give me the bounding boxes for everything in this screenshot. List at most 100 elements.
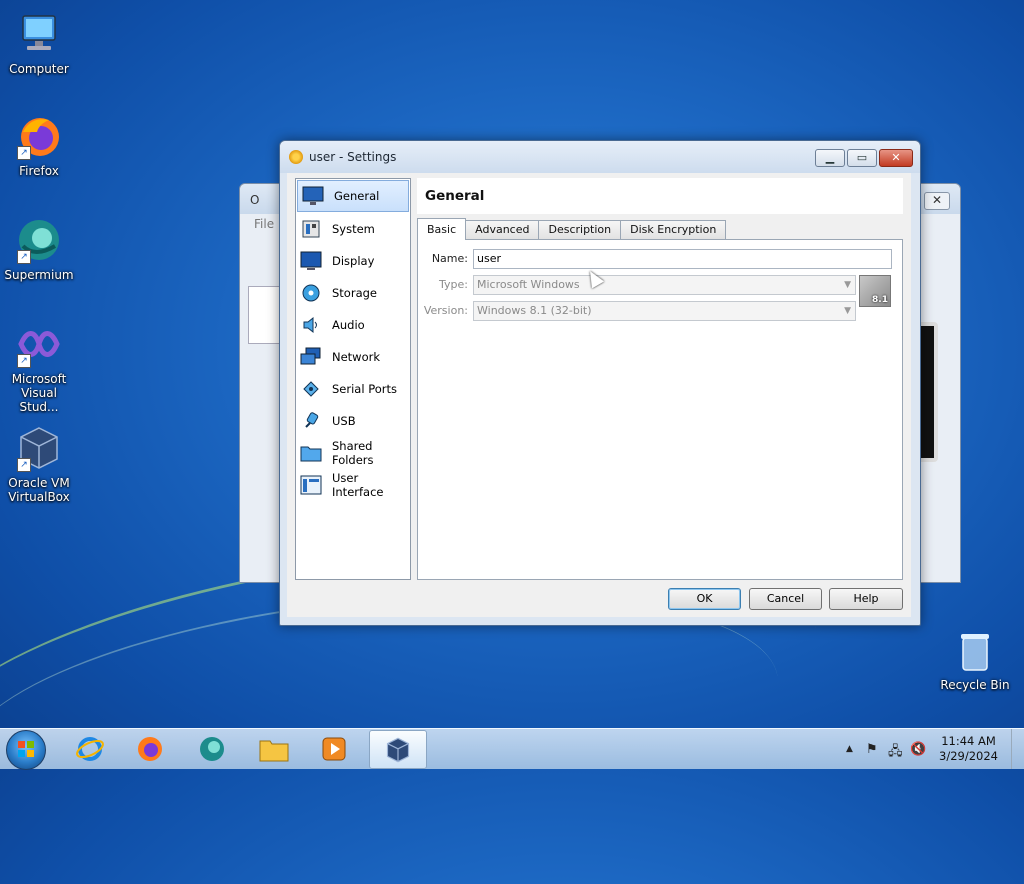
maximize-button[interactable]: ▭ — [847, 149, 877, 167]
section-title: General — [425, 188, 485, 204]
network-icon — [300, 346, 322, 368]
chevron-down-icon: ▼ — [844, 306, 851, 316]
nav-item-general[interactable]: General — [297, 180, 409, 212]
desktop-icon-label: Computer — [9, 62, 69, 76]
tab-disk-encryption[interactable]: Disk Encryption — [620, 220, 727, 239]
taskbar-internet-explorer[interactable] — [62, 730, 118, 767]
clock-date: 3/29/2024 — [939, 749, 998, 763]
nav-item-system[interactable]: System — [296, 213, 410, 245]
type-combo[interactable]: Microsoft Windows ▼ — [473, 275, 856, 295]
help-button[interactable]: Help — [829, 588, 903, 610]
type-label: Type: — [439, 278, 468, 291]
tab-bar: Basic Advanced Description Disk Encrypti… — [417, 218, 727, 240]
version-label: Version: — [423, 304, 468, 317]
settings-gear-icon — [289, 150, 303, 164]
nav-item-network[interactable]: Network — [296, 341, 410, 373]
os-badge-text: 8.1 — [872, 295, 888, 305]
taskbar-supermium[interactable] — [184, 730, 240, 767]
desktop-icon-label: Recycle Bin — [940, 678, 1010, 692]
clock[interactable]: 11:44 AM 3/29/2024 — [939, 734, 998, 764]
nav-item-display[interactable]: Display — [296, 245, 410, 277]
windows-logo-icon — [18, 741, 34, 757]
nav-item-storage[interactable]: Storage — [296, 277, 410, 309]
nav-item-user-interface[interactable]: User Interface — [296, 469, 410, 501]
desktop-icon-label: Oracle VM VirtualBox — [8, 476, 70, 504]
desktop-icon-label: Microsoft Visual Stud... — [11, 372, 67, 414]
clock-time: 11:44 AM — [941, 734, 996, 748]
taskbar-file-explorer[interactable] — [246, 730, 302, 767]
nav-item-label: Shared Folders — [332, 439, 374, 467]
disk-icon — [300, 282, 322, 304]
chevron-down-icon: ▼ — [844, 280, 851, 290]
desktop-icon-virtualbox[interactable]: ↗ Oracle VM VirtualBox — [1, 424, 77, 504]
media-player-icon — [322, 737, 346, 760]
shortcut-arrow-icon: ↗ — [17, 458, 31, 472]
manager-vm-list[interactable] — [248, 286, 282, 344]
dialog-title: user - Settings — [309, 150, 397, 164]
nav-item-label: Audio — [332, 318, 365, 332]
system-tray: ▲ ⚑ 🖧 🔇 11:44 AM 3/29/2024 — [824, 729, 1024, 769]
desktop-icon-label: Supermium — [4, 268, 74, 282]
nav-item-label: USB — [332, 414, 356, 428]
ui-icon — [300, 474, 322, 496]
taskbar-media-player[interactable] — [306, 730, 362, 767]
firefox-icon: ↗ — [15, 112, 63, 160]
nav-item-label: General — [334, 189, 380, 203]
folder-icon — [259, 740, 289, 761]
manager-title-fragment: O — [250, 193, 260, 207]
speaker-icon — [300, 314, 322, 336]
internet-explorer-icon — [76, 736, 104, 761]
settings-nav-list: General System Display Storage Audio Net… — [295, 178, 411, 580]
minimize-button[interactable]: ▁ — [815, 149, 845, 167]
folder-icon — [300, 442, 322, 464]
nav-item-label: Serial Ports — [332, 382, 397, 396]
firefox-icon — [138, 736, 162, 761]
taskbar-virtualbox[interactable] — [369, 730, 427, 769]
nav-item-label: System — [332, 222, 375, 236]
desktop-icon-computer[interactable]: Computer — [1, 10, 77, 76]
volume-muted-icon[interactable]: 🔇 — [910, 742, 926, 757]
type-value: Microsoft Windows — [477, 278, 580, 291]
tab-advanced[interactable]: Advanced — [465, 220, 540, 239]
name-label: Name: — [431, 252, 468, 265]
name-input[interactable]: user — [473, 249, 892, 269]
nav-item-audio[interactable]: Audio — [296, 309, 410, 341]
manager-menu-file[interactable]: File — [254, 217, 274, 231]
supermium-icon — [200, 736, 224, 761]
settings-dialog[interactable]: user - Settings ▁ ▭ ✕ General System Dis… — [279, 140, 921, 626]
show-desktop-button[interactable] — [1011, 729, 1024, 769]
tray-expand-icon[interactable]: ▲ — [846, 744, 853, 754]
serial-port-icon — [300, 378, 322, 400]
desktop-icon-recycle-bin[interactable]: Recycle Bin — [937, 630, 1013, 692]
desktop-icon-visual-studio[interactable]: ↗ Microsoft Visual Stud... — [1, 320, 77, 414]
desktop-icon-label: Firefox — [19, 164, 59, 178]
cancel-button[interactable]: Cancel — [749, 588, 822, 610]
action-center-flag-icon[interactable]: ⚑ — [866, 742, 878, 757]
shortcut-arrow-icon: ↗ — [17, 146, 31, 160]
nav-item-label: Display — [332, 254, 375, 268]
nav-item-shared-folders[interactable]: Shared Folders — [296, 437, 410, 469]
tab-basic[interactable]: Basic — [417, 218, 467, 240]
nav-item-label: Storage — [332, 286, 377, 300]
manager-close-button[interactable]: ✕ — [924, 192, 950, 210]
nav-item-usb[interactable]: USB — [296, 405, 410, 437]
visual-studio-icon: ↗ — [15, 320, 63, 368]
nav-item-label: Network — [332, 350, 381, 364]
taskbar-firefox[interactable] — [122, 730, 178, 767]
desktop-icon-firefox[interactable]: ↗ Firefox — [1, 112, 77, 178]
usb-icon — [300, 410, 322, 432]
shortcut-arrow-icon: ↗ — [17, 250, 31, 264]
network-icon[interactable]: 🖧 — [888, 742, 903, 764]
start-button[interactable] — [6, 730, 46, 770]
desktop-icon-supermium[interactable]: ↗ Supermium — [1, 216, 77, 282]
display-icon — [300, 250, 322, 272]
nav-item-serial-ports[interactable]: Serial Ports — [296, 373, 410, 405]
ok-button[interactable]: OK — [668, 588, 741, 610]
close-button[interactable]: ✕ — [879, 149, 913, 167]
version-combo[interactable]: Windows 8.1 (32-bit) ▼ — [473, 301, 856, 321]
virtualbox-icon — [386, 737, 410, 762]
tab-description[interactable]: Description — [538, 220, 622, 239]
section-header: General — [417, 178, 903, 214]
chip-icon — [300, 218, 322, 240]
dialog-titlebar[interactable]: user - Settings ▁ ▭ ✕ — [280, 141, 920, 173]
